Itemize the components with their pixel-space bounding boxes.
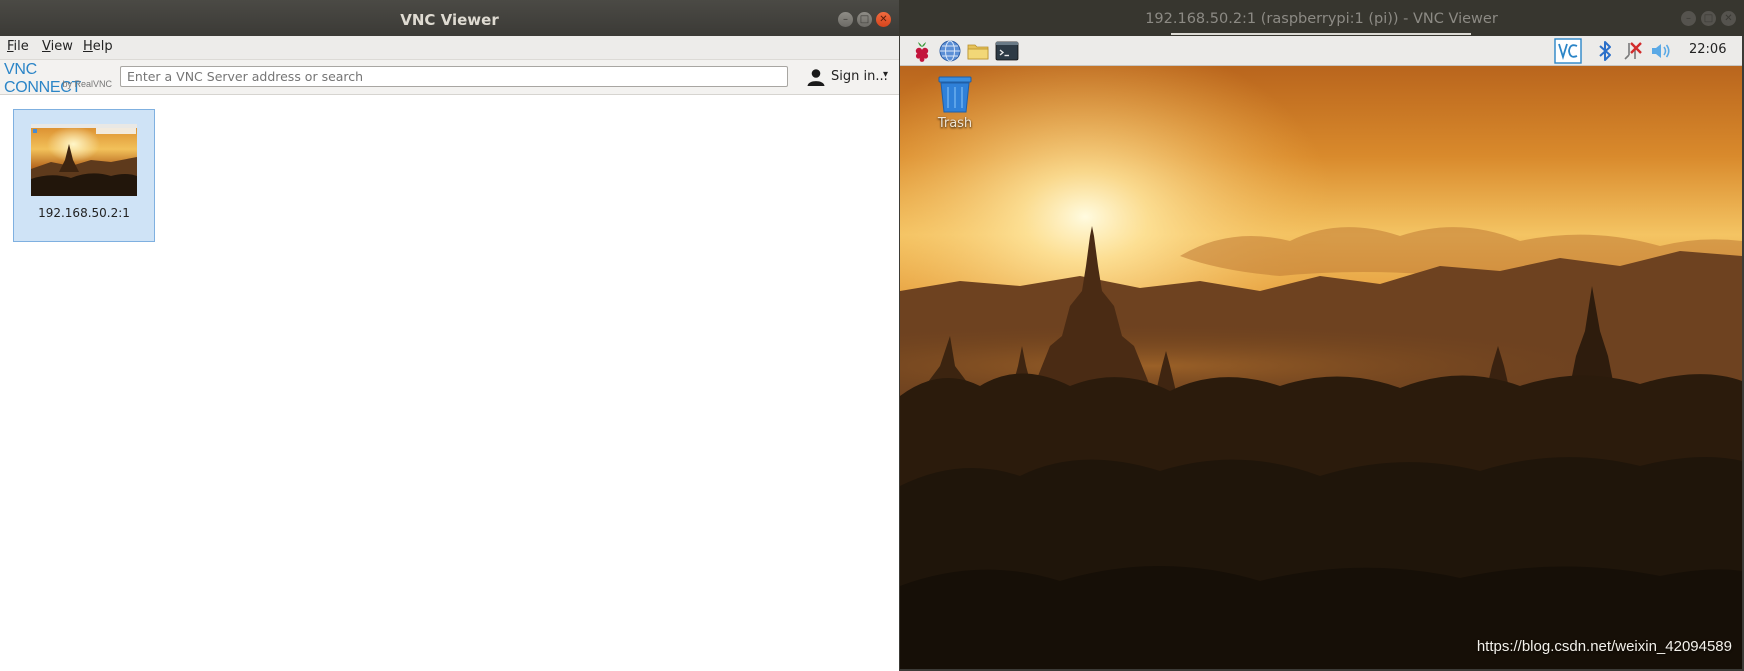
menu-view[interactable]: View <box>42 39 73 54</box>
bluetooth-icon[interactable] <box>1593 39 1617 63</box>
remote-desktop[interactable]: Trash https://blog.csdn.net/weixin_42094… <box>900 66 1742 669</box>
raspberry-pi-taskbar: 22:06 <box>900 36 1742 66</box>
menu-file[interactable]: File <box>7 39 29 54</box>
window-titlebar[interactable]: VNC Viewer – □ ✕ <box>0 0 899 36</box>
close-button[interactable]: ✕ <box>1721 11 1736 26</box>
connection-thumbnail <box>31 124 137 196</box>
remote-session-window: 192.168.50.2:1 (raspberrypi:1 (pi)) - VN… <box>899 0 1744 671</box>
volume-icon[interactable] <box>1649 39 1673 63</box>
trash-label: Trash <box>937 116 973 131</box>
desktop-trash[interactable]: Trash <box>930 76 980 132</box>
raspberry-menu-icon[interactable] <box>910 39 934 63</box>
user-icon <box>807 69 825 86</box>
menu-bar: File View Help <box>0 36 899 60</box>
vnc-connect-logo: VNC CONNECT by RealVNC <box>4 61 112 96</box>
network-disconnected-icon[interactable] <box>1621 39 1645 63</box>
toolbar: VNC CONNECT by RealVNC Sign in... ▾ <box>0 60 899 96</box>
clock[interactable]: 22:06 <box>1689 42 1726 57</box>
address-search-input[interactable] <box>120 66 788 87</box>
window-titlebar[interactable]: 192.168.50.2:1 (raspberrypi:1 (pi)) - VN… <box>899 0 1744 36</box>
close-button[interactable]: ✕ <box>876 12 891 27</box>
sign-in-label: Sign in... <box>831 69 888 84</box>
connection-label: 192.168.50.2:1 <box>38 206 130 220</box>
trash-icon <box>938 76 972 113</box>
logo-subtitle: by RealVNC <box>62 79 112 89</box>
file-manager-icon[interactable] <box>966 39 990 63</box>
terminal-icon[interactable] <box>995 39 1019 63</box>
address-book: 192.168.50.2:1 <box>0 95 899 671</box>
web-browser-icon[interactable] <box>938 39 962 63</box>
maximize-button[interactable]: □ <box>1701 11 1716 26</box>
window-title: VNC Viewer <box>400 11 499 29</box>
connection-tile[interactable]: 192.168.50.2:1 <box>13 109 155 242</box>
titlebar-toolbar-handle[interactable] <box>1171 33 1471 35</box>
sunset-wallpaper <box>900 66 1742 669</box>
menu-help[interactable]: Help <box>83 39 113 54</box>
minimize-button[interactable]: – <box>1681 11 1696 26</box>
chevron-down-icon: ▾ <box>883 69 889 80</box>
maximize-button[interactable]: □ <box>857 12 872 27</box>
minimize-button[interactable]: – <box>838 12 853 27</box>
watermark-text: https://blog.csdn.net/weixin_42094589 <box>1476 638 1732 655</box>
vnc-server-icon[interactable] <box>1554 38 1582 64</box>
vnc-viewer-window: VNC Viewer – □ ✕ File View Help VNC CONN… <box>0 0 899 671</box>
